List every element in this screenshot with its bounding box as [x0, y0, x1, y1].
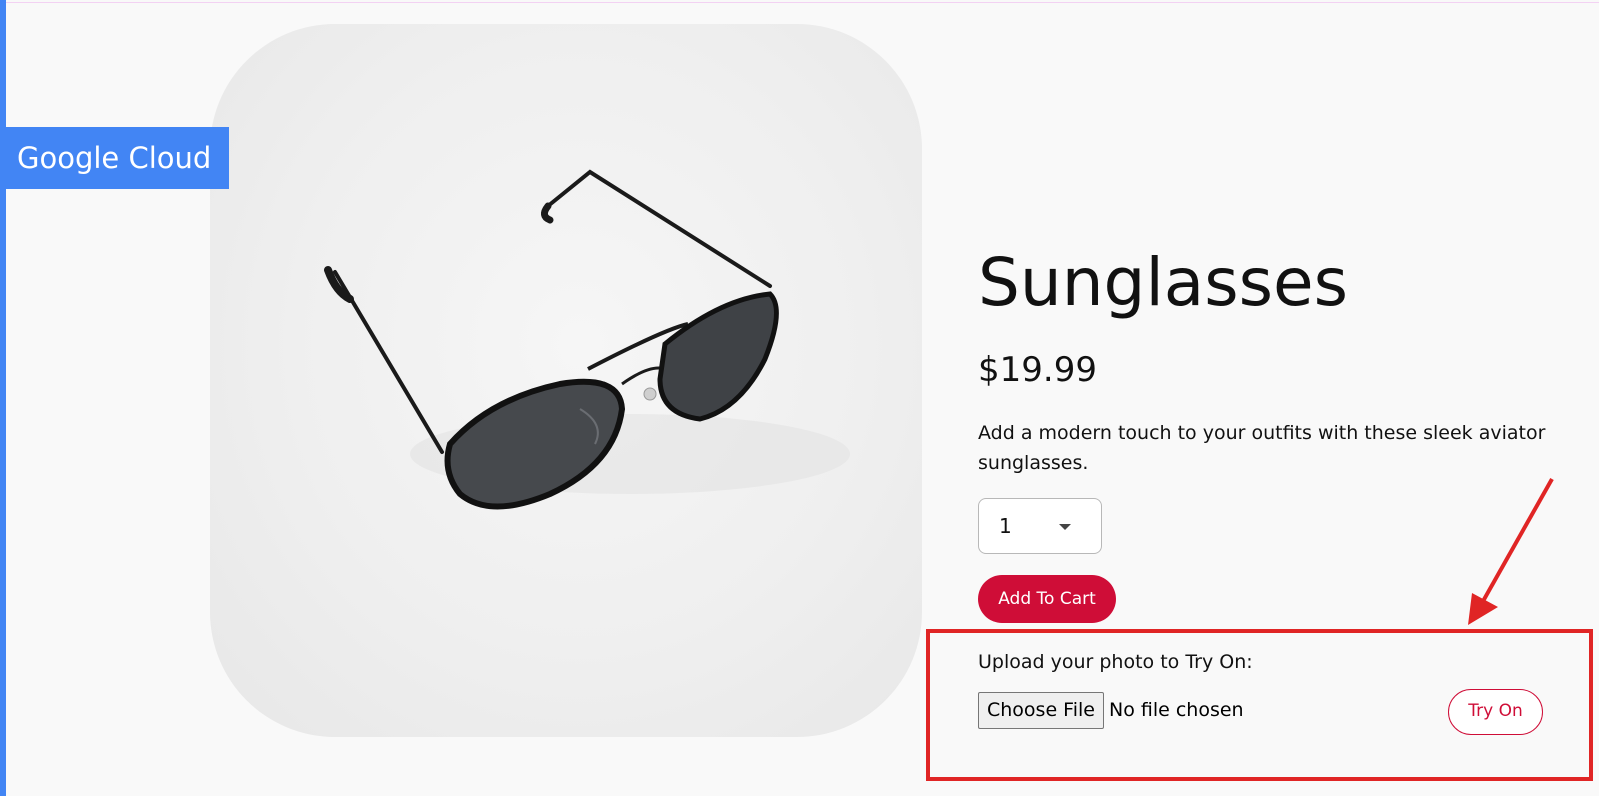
google-cloud-logo: Google Cloud: [0, 127, 229, 189]
quantity-select[interactable]: 1: [978, 498, 1102, 554]
sunglasses-image: [324, 169, 850, 510]
product-price: $19.99: [978, 350, 1097, 390]
top-border-line: [0, 2, 1599, 3]
try-on-button[interactable]: Try On: [1448, 689, 1543, 735]
choose-file-button[interactable]: Choose File: [978, 692, 1104, 729]
file-status-text: No file chosen: [1109, 699, 1244, 721]
product-image: [210, 24, 922, 737]
left-accent-bar: [0, 0, 6, 796]
upload-label: Upload your photo to Try On:: [978, 651, 1253, 673]
quantity-value: 1: [999, 514, 1012, 538]
product-description: Add a modern touch to your outfits with …: [978, 422, 1546, 474]
add-to-cart-button[interactable]: Add To Cart: [978, 575, 1116, 623]
annotation-arrow-icon: [1468, 478, 1554, 625]
chevron-down-icon: [1059, 524, 1071, 530]
product-title: Sunglasses: [978, 244, 1348, 321]
